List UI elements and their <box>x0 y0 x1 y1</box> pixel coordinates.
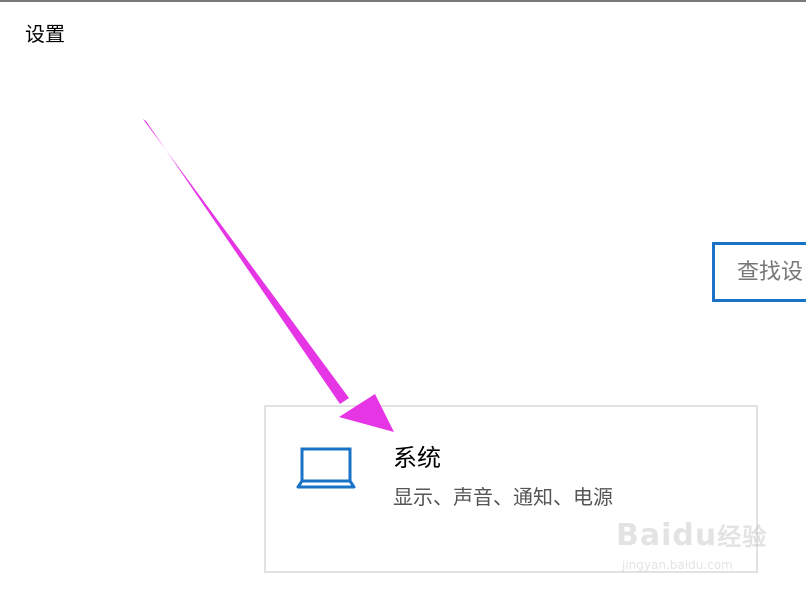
arrow-shaft <box>143 119 349 404</box>
tile-description: 显示、声音、通知、电源 <box>393 485 613 509</box>
window-top-border <box>0 0 806 2</box>
search-placeholder: 查找设 <box>737 260 804 285</box>
watermark-logo: Baidu经验 <box>616 518 768 553</box>
search-input[interactable]: 查找设 <box>712 242 806 302</box>
tile-title: 系统 <box>393 444 441 472</box>
watermark-url: jingyan.baidu.com <box>622 558 733 572</box>
watermark: Baidu经验 jingyan.baidu.com <box>616 518 766 584</box>
laptop-icon <box>296 447 356 489</box>
page-title: 设置 <box>25 22 65 46</box>
